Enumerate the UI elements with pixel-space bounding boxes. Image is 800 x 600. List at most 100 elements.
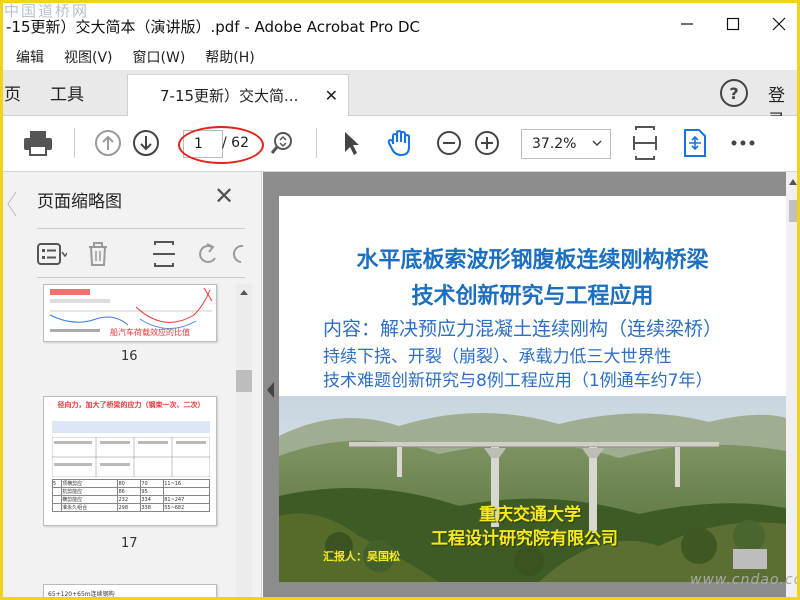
table-cell: 334 <box>140 495 165 504</box>
slide-title-line1: 水平底板索波形钢腹板连续刚构桥梁 <box>356 248 709 273</box>
insert-page-icon <box>153 241 175 267</box>
previous-page-button[interactable] <box>91 126 125 160</box>
rotate-left-button[interactable] <box>193 239 223 269</box>
read-mode-icon <box>684 129 706 157</box>
doc-tab-label: 7-15更新）交大简... <box>160 87 299 105</box>
watermark-url: www.cndao.com <box>690 572 800 588</box>
thumbnail-table-graphic <box>52 437 210 477</box>
menu-bar: 编辑 视图(V) 窗口(W) 帮助(H) <box>0 44 800 70</box>
hand-tool-button[interactable] <box>383 126 417 160</box>
more-dots-icon <box>731 140 755 146</box>
page-thumbnail-16[interactable]: 船汽车荷载效应的比值 <box>43 284 217 342</box>
toolbar-divider <box>74 128 75 158</box>
red-highlight-ellipse <box>178 126 264 164</box>
slide-content-line2: 持续下挠、开裂（崩裂）、承载力低三大世界性 <box>323 347 672 367</box>
fit-page-button[interactable] <box>628 126 662 160</box>
read-mode-button[interactable] <box>678 126 712 160</box>
more-tools-button[interactable] <box>726 126 760 160</box>
panel-title: 页面缩略图 <box>37 192 122 212</box>
next-page-button[interactable] <box>129 126 163 160</box>
table-cell: 抗剪能应 <box>61 487 119 496</box>
thumbnail-label-17: 17 <box>121 536 138 551</box>
close-tab-icon[interactable]: ✕ <box>325 86 338 105</box>
table-cell: 298 <box>117 503 142 512</box>
table-cell: 70 <box>140 479 165 488</box>
document-scrollbar[interactable] <box>786 172 800 600</box>
table-cell: 顶横剪应 <box>61 479 119 488</box>
options-menu-button[interactable] <box>37 239 67 269</box>
hand-icon <box>387 129 410 157</box>
zoom-level-select[interactable]: 37.2% <box>521 129 611 159</box>
close-window-button[interactable] <box>764 10 794 38</box>
thumbnails-scrollbar[interactable] <box>236 284 252 600</box>
page-overlay-block <box>733 549 767 569</box>
table-cell: 338 <box>140 503 165 512</box>
insert-page-button[interactable] <box>149 239 179 269</box>
table-row: 5 顶横剪应 80 70 11~16 <box>51 479 210 488</box>
table-cell: 横剪能应 <box>61 495 119 504</box>
thumbnails-panel: 页面缩略图 ✕ 船汽车荷载效应的比值 16 径向力，加大了桥梁的应力（钢束一次、… <box>0 172 262 600</box>
menu-help[interactable]: 帮助(H) <box>205 47 254 67</box>
table-cell <box>51 487 63 496</box>
toolbar-divider <box>316 128 317 158</box>
delete-page-button[interactable] <box>83 239 113 269</box>
title-bar: 中国道桥网 -15更新）交大简本（演讲版）.pdf - Adobe Acroba… <box>0 0 800 44</box>
thumbnail-label-16: 16 <box>121 349 138 364</box>
maximize-button[interactable] <box>718 10 748 38</box>
tab-home[interactable]: 页 <box>4 80 21 105</box>
zoom-out-button[interactable] <box>432 126 466 160</box>
close-panel-icon[interactable]: ✕ <box>214 182 234 210</box>
minimize-icon <box>681 23 693 25</box>
scrollbar-thumb[interactable] <box>789 200 797 222</box>
arrow-up-circle-icon <box>95 130 121 156</box>
select-tool-button[interactable] <box>334 126 368 160</box>
menu-window[interactable]: 窗口(W) <box>133 47 186 67</box>
table-cell: 81~247 <box>163 495 210 504</box>
table-cell: 11~16 <box>163 479 210 488</box>
table-cell: 55~682 <box>163 503 210 512</box>
thumbnail-caption: 65+120+65m连续钢构 <box>48 591 115 598</box>
table-cell: 232 <box>117 495 142 504</box>
window-title: -15更新）交大简本（演讲版）.pdf - Adobe Acrobat Pro … <box>6 18 420 36</box>
thumbnail-caption: 船汽车荷载效应的比值 <box>110 328 190 337</box>
tab-document[interactable]: 7-15更新）交大简... ✕ <box>127 74 349 116</box>
zoom-search-button[interactable] <box>266 126 300 160</box>
table-cell: 80 <box>117 479 142 488</box>
menu-view[interactable]: 视图(V) <box>64 47 113 67</box>
table-cell: 准永久组合 <box>61 503 119 512</box>
toolbar: 1 / 62 37.2% <box>0 116 800 172</box>
slide-title-line2: 技术创新研究与工程应用 <box>411 284 654 309</box>
page-thumbnail-18[interactable]: 65+120+65m连续钢构 <box>43 584 217 600</box>
panel-toolbar <box>37 228 245 278</box>
table-cell: 5 <box>51 479 63 488</box>
minus-circle-icon <box>437 131 461 155</box>
zoom-icon <box>270 132 292 154</box>
org-name-line1: 重庆交通大学 <box>479 505 581 525</box>
table-row: 抗剪能应 86 95 <box>51 487 210 496</box>
page-thumbnail-17[interactable]: 径向力，加大了桥梁的应力（钢束一次、二次） 5 顶横剪应 80 70 11~16 抗剪能… <box>43 396 217 526</box>
plus-circle-icon <box>475 131 499 155</box>
zoom-in-button[interactable] <box>470 126 504 160</box>
thumbnail-table: 5 顶横剪应 80 70 11~16 抗剪能应 86 95 横剪能应 232 334 81~247… <box>51 479 210 512</box>
maximize-icon <box>726 17 740 31</box>
print-button[interactable] <box>21 126 55 160</box>
reporter-label: 汇报人：吴国松 <box>323 550 400 563</box>
menu-edit[interactable]: 编辑 <box>16 47 44 67</box>
scroll-up-icon <box>240 290 248 295</box>
help-icon[interactable]: ? <box>720 79 748 107</box>
table-row: 横剪能应 232 334 81~247 <box>51 495 210 504</box>
table-cell: 95 <box>140 487 165 496</box>
scrollbar-thumb[interactable] <box>236 370 252 392</box>
collapse-panel-icon[interactable] <box>264 380 276 400</box>
tab-tools[interactable]: 工具 <box>50 80 84 105</box>
org-name-line2: 工程设计研究院有限公司 <box>431 529 618 549</box>
minimize-button[interactable] <box>672 10 702 38</box>
zoom-value: 37.2% <box>532 136 577 152</box>
rotate-icon <box>199 243 216 263</box>
close-icon <box>772 17 786 31</box>
pdf-page: 水平底板索波形钢腹板连续刚构桥梁 技术创新研究与工程应用 内容：解决预应力混凝土… <box>279 196 786 582</box>
table-cell <box>163 487 210 496</box>
table-row: 准永久组合 298 338 55~682 <box>51 503 210 512</box>
table-cell: 86 <box>117 487 142 496</box>
rotate-right-button[interactable] <box>229 239 245 269</box>
